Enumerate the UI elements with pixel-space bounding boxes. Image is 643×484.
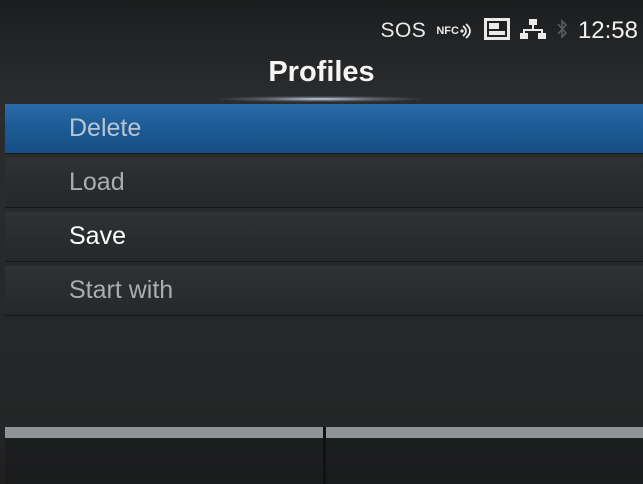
network-icon [519,18,546,45]
menu-item-delete[interactable]: Delete [5,104,643,154]
clock: 12:58 [577,17,638,44]
menu-item-load[interactable]: Load [5,158,643,208]
softkey-left[interactable] [5,427,326,484]
sos-indicator: SOS [380,19,427,42]
sd-card-icon [483,17,510,45]
title-underline-glow [220,96,420,102]
nfc-icon: NFC [436,23,474,39]
printer-display: SOS NFC 12:58 Profiles Delete Load Save … [0,0,643,484]
menu-item-start-with[interactable]: Start with [5,266,643,316]
menu-item-label: Save [69,222,126,250]
nfc-label: NFC [436,25,459,37]
menu-item-save[interactable]: Save [5,212,643,262]
bluetooth-icon [556,18,568,45]
softkey-right[interactable] [325,427,643,484]
menu-item-label: Start with [69,276,174,304]
softkey-bar [5,427,643,484]
menu-item-label: Load [69,168,125,196]
page-title: Profiles [268,56,375,88]
status-bar: SOS NFC 12:58 [0,0,643,56]
status-indicators: SOS NFC 12:58 [380,14,638,48]
menu-item-label: Delete [69,114,142,142]
profiles-menu: Delete Load Save Start with [5,104,643,320]
